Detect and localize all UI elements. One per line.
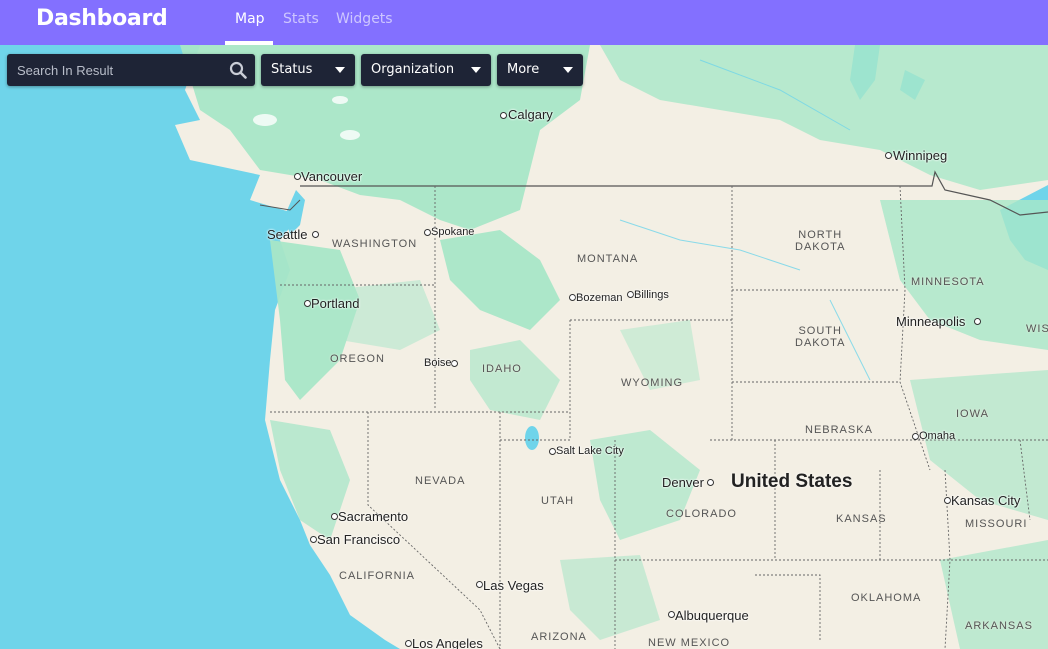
city-label: Salt Lake City [556,445,624,457]
city-label: Minneapolis [896,314,966,329]
city-marker[interactable] [312,231,319,238]
state-label: NEBRASKA [805,424,873,436]
search-input[interactable] [7,54,232,86]
state-label: UTAH [541,495,575,507]
city-marker[interactable] [476,581,483,588]
tab-stats[interactable]: Stats [283,11,319,27]
city-label: Kansas City [951,493,1021,508]
city-marker[interactable] [627,291,634,298]
city-label: Omaha [919,430,956,442]
city-marker[interactable] [549,448,556,455]
city-marker[interactable] [944,497,951,504]
city-label: Winnipeg [893,148,948,163]
organization-dropdown-label: Organization [371,62,455,77]
city-marker[interactable] [310,536,317,543]
search-icon[interactable] [229,61,247,79]
organization-dropdown[interactable]: Organization [361,54,491,86]
state-label: NEVADA [415,475,466,487]
state-label: WYOMING [621,377,683,389]
city-label: Bozeman [576,292,623,304]
state-label: WIS [1026,323,1048,335]
caret-down-icon [563,67,573,73]
state-label: MONTANA [577,253,639,265]
city-label: Spokane [431,226,475,238]
tab-map[interactable]: Map [235,11,265,27]
city-marker[interactable] [974,318,981,325]
city-marker[interactable] [885,152,892,159]
state-label: SOUTH DAKOTA [795,325,846,349]
city-marker[interactable] [405,640,412,647]
city-marker[interactable] [331,513,338,520]
city-marker[interactable] [424,229,431,236]
map-canvas [0,45,1048,649]
state-label: ARKANSAS [965,620,1033,632]
city-label: Boise [424,357,452,369]
state-label: CALIFORNIA [339,570,416,582]
city-label: Los Angeles [412,636,483,649]
state-label: IDAHO [482,363,522,375]
city-label: Denver [662,475,704,490]
city-label: Vancouver [301,169,363,184]
state-label: WASHINGTON [332,238,418,250]
active-tab-indicator [225,41,273,45]
status-dropdown[interactable]: Status [261,54,355,86]
caret-down-icon [471,67,481,73]
city-marker[interactable] [912,433,919,440]
state-label: IOWA [956,408,989,420]
city-marker[interactable] [304,300,311,307]
city-marker[interactable] [451,360,458,367]
state-label: MISSOURI [965,518,1028,530]
tab-widgets[interactable]: Widgets [336,11,393,27]
more-dropdown-label: More [507,62,540,77]
search-box [7,54,255,86]
state-label: NEW MEXICO [648,637,731,649]
city-label: Calgary [508,107,553,122]
state-label: OKLAHOMA [851,592,922,604]
city-marker[interactable] [707,479,714,486]
city-label: Portland [311,296,360,311]
city-marker[interactable] [668,611,675,618]
city-marker[interactable] [569,294,576,301]
city-label: Sacramento [338,509,409,524]
city-marker[interactable] [294,173,301,180]
country-label: United States [731,471,853,492]
city-label: Albuquerque [675,608,749,623]
city-label: Seattle [267,227,308,242]
state-label: COLORADO [666,508,737,520]
state-label: OREGON [330,353,385,365]
city-label: Billings [634,289,669,301]
more-dropdown[interactable]: More [497,54,583,86]
state-label: KANSAS [836,513,887,525]
app-title: Dashboard [36,6,168,31]
state-label: NORTH DAKOTA [795,229,846,253]
city-label: Las Vegas [483,578,544,593]
state-label: ARIZONA [531,631,587,643]
city-label: San Francisco [317,532,401,547]
status-dropdown-label: Status [271,62,313,77]
state-label: MINNESOTA [911,276,985,288]
city-marker[interactable] [500,112,507,119]
map-view[interactable]: United States WASHINGTON MONTANA NORTH D… [0,45,1048,649]
top-app-bar: Dashboard Map Stats Widgets [0,0,1048,45]
caret-down-icon [335,67,345,73]
